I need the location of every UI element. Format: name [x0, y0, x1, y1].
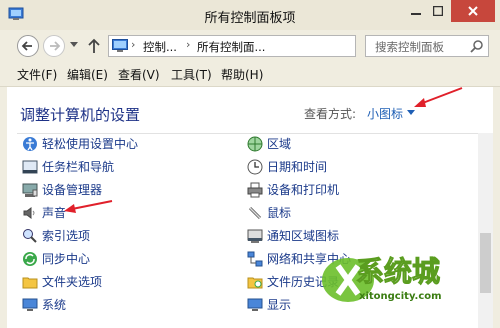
menu-bar: 文件(F) 编辑(E) 查看(V) 工具(T) 帮助(H): [0, 62, 500, 87]
notification-icon: [247, 229, 263, 243]
cp-item-region[interactable]: 区域: [247, 134, 447, 154]
cp-item-devices-printers[interactable]: 设备和打印机: [247, 180, 447, 200]
taskbar-icon: [22, 160, 38, 174]
cp-item-label: 文件历史记录: [267, 275, 340, 289]
control-panel-icon: [112, 39, 128, 52]
minimize-button[interactable]: [405, 0, 427, 22]
watermark-url: xitongcity.com: [359, 291, 442, 302]
title-bar: 所有控制面板项: [0, 0, 500, 30]
annotation-arrow: [64, 200, 113, 213]
maximize-button[interactable]: [427, 0, 449, 22]
search-box[interactable]: 搜索控制面板: [365, 35, 489, 57]
device-manager-icon: [22, 183, 38, 197]
navigation-bar: › 控制... › 所有控制面... 搜索控制面板: [0, 30, 500, 62]
back-arrow-icon: [21, 41, 32, 51]
network-icon: [247, 251, 263, 267]
cp-item-taskbar[interactable]: 任务栏和导航: [22, 157, 222, 177]
cp-item-notification-icons[interactable]: 通知区域图标: [247, 226, 447, 246]
search-icon[interactable]: [470, 39, 484, 53]
view-by-dropdown[interactable]: 小图标: [367, 105, 403, 122]
search-placeholder[interactable]: 搜索控制面板: [375, 39, 444, 55]
cp-item-mouse[interactable]: 鼠标: [247, 203, 447, 223]
region-icon: [247, 136, 263, 152]
indexing-icon: [23, 229, 37, 243]
ease-of-access-icon: [23, 137, 37, 151]
breadcrumb-all-items[interactable]: 所有控制面...: [197, 39, 265, 55]
close-icon: [468, 6, 478, 16]
annotation-arrow: [414, 87, 463, 107]
menu-tools[interactable]: 工具(T): [171, 66, 212, 83]
cp-item-label: 同步中心: [42, 252, 91, 266]
mouse-icon: [248, 206, 262, 220]
breadcrumb-separator[interactable]: ›: [131, 38, 135, 51]
cp-item-label: 文件夹选项: [42, 275, 103, 289]
cp-item-label: 通知区域图标: [267, 229, 340, 243]
control-panel-window: 所有控制面板项 › 控制... › 所有控制面... 搜索控制面板 文件(F) …: [0, 0, 500, 328]
menu-view[interactable]: 查看(V): [118, 66, 160, 83]
cp-item-label: 日期和时间: [267, 160, 328, 174]
cp-item-label: 网络和共享中心: [267, 252, 352, 266]
watermark-brand: 系统城: [355, 255, 441, 289]
view-by-label: 查看方式:: [304, 107, 357, 121]
cp-item-system[interactable]: 系统: [22, 295, 222, 315]
close-button[interactable]: [451, 0, 495, 22]
cp-item-device-manager[interactable]: 设备管理器: [22, 180, 222, 200]
cp-item-label: 索引选项: [42, 229, 91, 243]
back-button[interactable]: [17, 35, 39, 57]
cp-item-label: 设备和打印机: [267, 183, 340, 197]
forward-button[interactable]: [43, 35, 65, 57]
cp-item-date-time[interactable]: 日期和时间: [247, 157, 447, 177]
scrollbar-thumb[interactable]: [480, 233, 491, 293]
speaker-icon: [23, 207, 35, 219]
menu-file[interactable]: 文件(F): [17, 66, 57, 83]
file-history-icon: [247, 277, 263, 289]
display-icon: [247, 298, 263, 311]
cp-item-label: 区域: [267, 137, 292, 151]
breadcrumb-control-panel[interactable]: 控制...: [143, 39, 177, 55]
cp-item-ease-of-access[interactable]: 轻松使用设置中心: [22, 134, 222, 154]
cp-item-sync-center[interactable]: 同步中心: [22, 249, 222, 269]
history-dropdown-icon[interactable]: [70, 42, 78, 48]
sync-icon: [23, 252, 37, 266]
view-by-dropdown-icon[interactable]: [407, 110, 415, 116]
cp-item-label: 任务栏和导航: [42, 160, 115, 174]
minimize-icon: [411, 13, 421, 15]
clock-icon: [247, 159, 263, 175]
cp-item-indexing[interactable]: 索引选项: [22, 226, 222, 246]
address-bar[interactable]: › 控制... › 所有控制面...: [108, 35, 456, 57]
cp-item-label: 鼠标: [267, 206, 292, 220]
cp-item-label: 显示: [267, 298, 292, 312]
menu-help[interactable]: 帮助(H): [221, 66, 263, 83]
forward-arrow-icon: [50, 41, 61, 51]
cp-item-label: 系统: [42, 298, 67, 312]
maximize-icon: [433, 6, 443, 16]
system-icon: [22, 298, 38, 311]
folder-icon: [22, 277, 38, 289]
up-arrow-icon[interactable]: [88, 38, 100, 54]
cp-item-sound[interactable]: 声音: [22, 203, 222, 223]
vertical-scrollbar[interactable]: [478, 133, 493, 328]
page-heading: 调整计算机的设置: [20, 106, 141, 124]
menu-edit[interactable]: 编辑(E): [67, 66, 108, 83]
cp-item-folder-options[interactable]: 文件夹选项: [22, 272, 222, 292]
printer-icon: [247, 182, 263, 198]
breadcrumb-separator[interactable]: ›: [186, 38, 190, 51]
cp-item-label: 轻松使用设置中心: [42, 137, 139, 151]
cp-item-label: 设备管理器: [42, 183, 103, 197]
